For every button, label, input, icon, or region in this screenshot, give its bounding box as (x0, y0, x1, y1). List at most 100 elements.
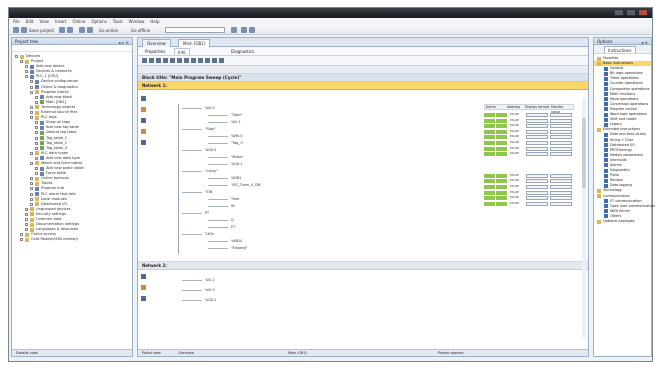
expand-icon[interactable] (30, 116, 33, 120)
expand-icon[interactable] (30, 151, 33, 155)
grid-cell[interactable] (496, 196, 507, 201)
ladder-operand[interactable]: Q (208, 218, 234, 223)
new-window-icon[interactable] (249, 27, 255, 33)
minimize-button[interactable] (614, 9, 624, 16)
expand-icon[interactable] (20, 60, 23, 64)
menu-item[interactable]: Insert (55, 19, 66, 24)
expand-icon[interactable] (30, 197, 33, 201)
expand-icon[interactable] (35, 121, 38, 125)
expand-icon[interactable] (30, 192, 33, 196)
grid-cell[interactable] (550, 190, 572, 195)
ladder-operand[interactable]: %I0.0 (182, 106, 215, 111)
grid-cell[interactable] (496, 146, 507, 151)
menu-item[interactable]: Tools (113, 19, 123, 24)
grid-cell[interactable] (550, 152, 572, 157)
ladder-operand[interactable]: %Q0.0 (182, 148, 216, 153)
network-2-ladder[interactable]: %I0.2 %I0.3 %Q0.2 (138, 270, 588, 316)
ladder-operand[interactable]: ET (208, 225, 235, 230)
menu-item[interactable]: Edit (26, 19, 34, 24)
expand-icon[interactable] (30, 202, 33, 206)
ladder-operand[interactable]: "Motor" (208, 155, 244, 160)
expand-icon[interactable] (25, 75, 28, 79)
monitor-grid-row[interactable]: FALSE (484, 151, 574, 157)
expand-icon[interactable] (25, 228, 28, 232)
download-icon[interactable] (87, 27, 93, 33)
expand-icon[interactable] (35, 167, 38, 171)
ladder-operand[interactable]: %M0.0 (208, 134, 243, 139)
ladder-operand[interactable]: T#5s (182, 232, 214, 237)
undo-icon[interactable] (59, 27, 65, 33)
empty-box-icon[interactable] (163, 58, 168, 63)
grid-cell[interactable] (526, 179, 548, 184)
ladder-operand[interactable]: Time (208, 197, 239, 202)
expand-icon[interactable] (35, 131, 38, 135)
expand-icon[interactable] (25, 223, 28, 227)
tab-instructions[interactable]: Instructions (604, 46, 636, 53)
grid-cell[interactable] (550, 113, 572, 117)
grid-cell[interactable] (496, 184, 507, 189)
save-project-button[interactable]: Save project (29, 28, 54, 33)
expand-icon[interactable] (25, 212, 28, 216)
grid-cell[interactable] (496, 113, 507, 117)
ladder-operand[interactable]: IN (208, 204, 235, 209)
ladder-operand[interactable]: "Elapsed" (208, 246, 247, 251)
ladder-operand[interactable]: %Q0.2 (182, 298, 216, 303)
network-tool-icon[interactable] (141, 96, 146, 101)
ladder-operand[interactable]: "Lamp" (182, 169, 218, 174)
expand-icon[interactable] (30, 187, 33, 191)
grid-cell[interactable] (484, 140, 495, 145)
network-tool-icon[interactable] (141, 107, 146, 112)
go-online-button[interactable]: Go online (99, 28, 118, 33)
split-editor-icon[interactable] (241, 27, 247, 33)
expand-icon[interactable] (30, 177, 33, 181)
ladder-operand[interactable]: %MD4 (208, 239, 242, 244)
ladder-operand[interactable]: "IEC_Timer_0_DB" (208, 183, 262, 188)
contact-nc-icon[interactable] (149, 58, 154, 63)
expand-icon[interactable] (35, 172, 38, 176)
menu-item[interactable]: Online (72, 19, 85, 24)
grid-cell[interactable] (550, 184, 572, 189)
ladder-operand[interactable]: "Stop" (182, 127, 216, 132)
expand-icon[interactable] (25, 218, 28, 221)
grid-cell[interactable] (496, 129, 507, 134)
tab-main-ob1[interactable]: Main [OB1] (178, 39, 211, 47)
ladder-operand[interactable]: %I0.2 (182, 278, 215, 283)
grid-cell[interactable] (550, 173, 572, 178)
menu-item[interactable]: Help (150, 19, 159, 24)
menu-item[interactable]: Window (129, 19, 145, 24)
grid-cell[interactable] (526, 201, 548, 206)
monitor-icon[interactable] (184, 58, 189, 63)
close-branch-icon[interactable] (177, 58, 182, 63)
network-tool-icon[interactable] (141, 285, 146, 290)
grid-cell[interactable] (484, 146, 495, 151)
tab-info[interactable]: Info (174, 48, 190, 55)
expand-icon[interactable] (35, 95, 38, 99)
expand-icon[interactable] (30, 111, 33, 115)
compile-icon[interactable] (79, 27, 85, 33)
grid-cell[interactable] (526, 135, 548, 140)
grid-cell[interactable] (496, 124, 507, 129)
monitor-grid-row[interactable]: FALSE (484, 201, 574, 207)
tree-item[interactable]: Card Reader/USB memory (12, 237, 132, 242)
grid-cell[interactable] (550, 179, 572, 184)
expand-icon[interactable] (35, 146, 38, 150)
grid-cell[interactable] (550, 129, 572, 134)
expand-icon[interactable] (30, 182, 33, 186)
expand-icon[interactable] (35, 126, 38, 130)
tab-overview[interactable]: Overview (142, 39, 171, 47)
grid-cell[interactable] (526, 129, 548, 134)
grid-cell[interactable] (484, 135, 495, 140)
ladder-operand[interactable]: "Start" (208, 113, 242, 118)
go-offline-button[interactable]: Go offline (131, 28, 150, 33)
grid-cell[interactable] (550, 140, 572, 145)
expand-icon[interactable] (30, 85, 33, 89)
grid-cell[interactable] (526, 113, 548, 117)
grid-cell[interactable] (550, 135, 572, 140)
coil-icon[interactable] (156, 58, 161, 63)
search-icon[interactable] (231, 27, 237, 33)
comment-icon[interactable] (212, 58, 217, 63)
menu-item[interactable]: File (13, 19, 20, 24)
expand-icon[interactable] (35, 141, 38, 145)
portal-view-link[interactable]: Portal view (142, 350, 161, 357)
grid-cell[interactable] (526, 140, 548, 145)
